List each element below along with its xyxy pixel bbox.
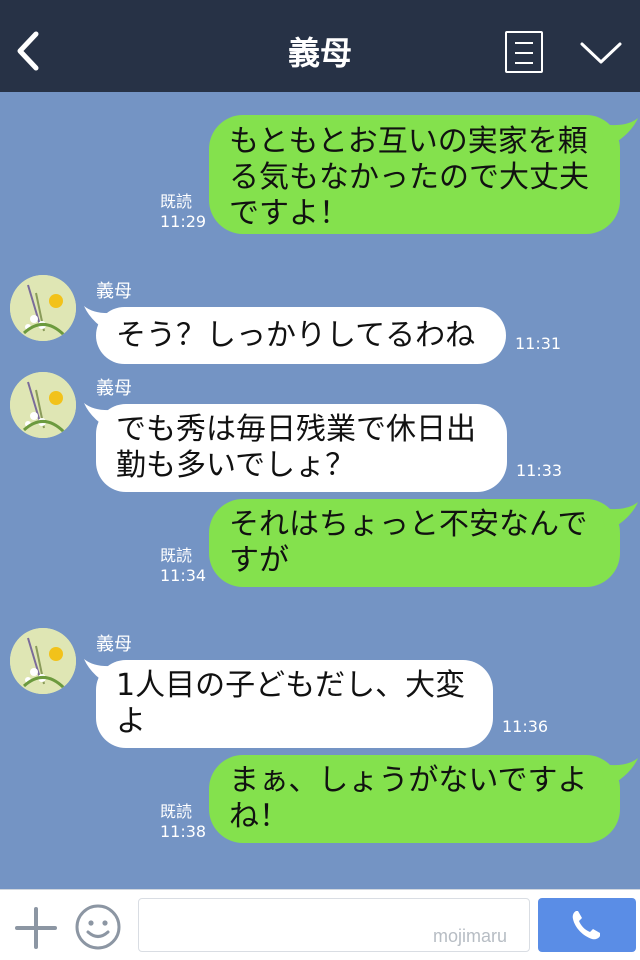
collapse-button[interactable]: [578, 36, 624, 68]
list-icon: [515, 42, 533, 44]
message-line: それはちょっと不安なんで: [229, 507, 588, 542]
message-bubble[interactable]: 1人目の子どもだし、大変 よ: [96, 660, 493, 748]
input-bar: mojimaru: [0, 889, 640, 960]
watermark: mojimaru: [433, 926, 508, 946]
message-time: 11:34: [160, 566, 207, 585]
message-line: まぁ、しょうがないですよ: [229, 763, 588, 798]
menu-button[interactable]: [505, 31, 543, 73]
message-line: ね！: [229, 799, 289, 834]
message-bubble[interactable]: まぁ、しょうがないですよ ね！: [209, 755, 620, 843]
message-line: る気もなかったので大丈夫: [229, 160, 589, 195]
flower-avatar-icon: [10, 275, 76, 341]
avatar[interactable]: [10, 628, 76, 694]
add-button[interactable]: [14, 906, 58, 950]
chevron-down-icon: [580, 42, 622, 64]
read-receipt: 既読 11:29: [160, 192, 207, 231]
chat-title: 義母: [287, 34, 352, 72]
emoji-button[interactable]: [74, 903, 122, 951]
flower-avatar-icon: [10, 628, 76, 694]
message-time: 11:38: [160, 822, 207, 841]
chat-header: 義母: [0, 0, 640, 92]
call-button[interactable]: [538, 898, 636, 952]
message-time: 11:31: [515, 334, 562, 353]
smiley-icon: [75, 904, 121, 950]
message-line: もともとお互いの実家を頼: [229, 124, 588, 159]
sender-name: 義母: [96, 634, 132, 655]
message-time: 11:29: [160, 212, 207, 231]
message-line: ですよ！: [229, 196, 349, 231]
message-bubble[interactable]: でも秀は毎日残業で休日出 勤も多いでしょ？: [96, 404, 507, 492]
message-bubble[interactable]: もともとお互いの実家を頼 る気もなかったので大丈夫 ですよ！: [209, 115, 620, 234]
message-bubble[interactable]: それはちょっと不安なんで すが: [209, 499, 620, 587]
message-line: そう？しっかりしてるわね: [116, 318, 476, 353]
avatar[interactable]: [10, 275, 76, 341]
sender-name: 義母: [96, 281, 132, 302]
message-line: よ: [116, 704, 146, 739]
sender-name: 義母: [96, 378, 132, 399]
plus-icon: [15, 907, 57, 949]
flower-avatar-icon: [10, 372, 76, 438]
message-line: 勤も多いでしょ？: [116, 448, 356, 483]
message-line: でも秀は毎日残業で休日出: [116, 412, 476, 447]
message-bubble[interactable]: そう？しっかりしてるわね: [96, 307, 506, 364]
read-receipt: 既読 11:34: [160, 546, 207, 585]
message-line: すが: [229, 543, 289, 578]
message-time: 11:36: [502, 717, 549, 736]
phone-icon: [572, 911, 600, 940]
message-line: 1人目の子どもだし、大変: [116, 668, 466, 703]
message-time: 11:33: [516, 461, 563, 480]
avatar[interactable]: [10, 372, 76, 438]
read-receipt: 既読 11:38: [160, 802, 207, 841]
chat-area[interactable]: 既読 11:29 もともとお互いの実家を頼 る気もなかったので大丈夫 ですよ！ …: [0, 92, 640, 889]
